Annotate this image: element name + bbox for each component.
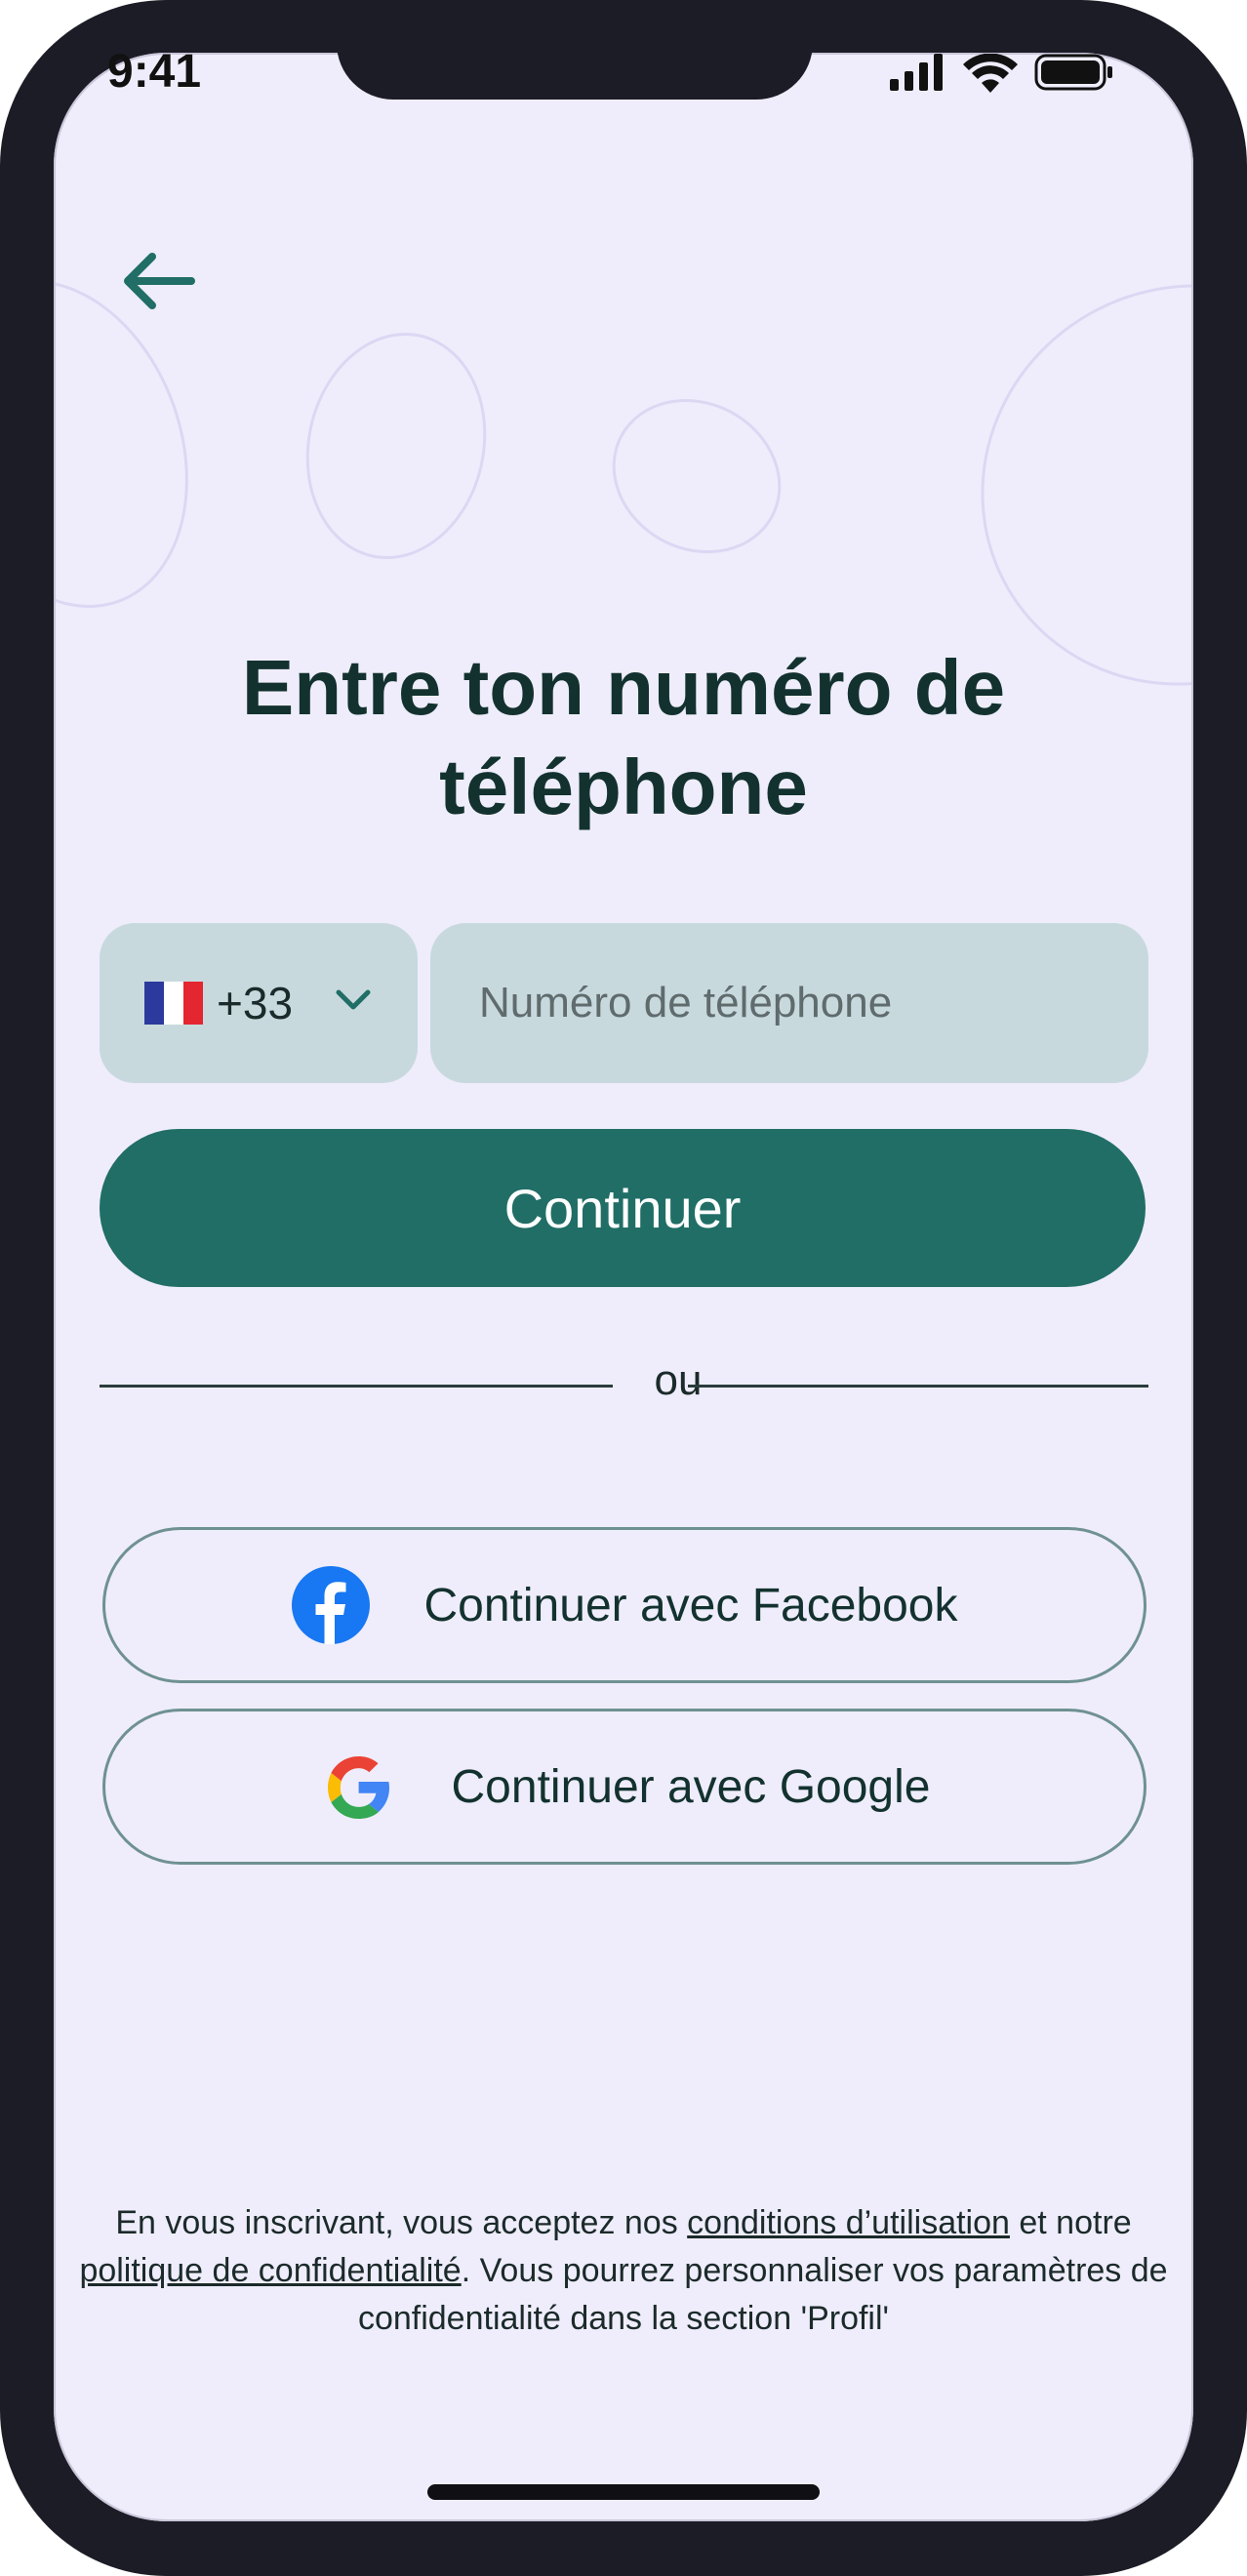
page-title: Entre ton numéro de téléphone [241, 644, 1006, 830]
country-code-value: +33 [217, 978, 294, 1028]
facebook-login-button[interactable]: Continuer avec Facebook [102, 1527, 1146, 1683]
divider-line-right [688, 1385, 1148, 1388]
decorative-circle [584, 370, 809, 583]
status-icons [834, 54, 1112, 93]
facebook-icon [291, 1566, 370, 1644]
home-indicator [427, 2484, 820, 2500]
terms-link[interactable]: conditions d’utilisation [687, 2204, 1010, 2241]
legal-notice: En vous inscrivant, vous acceptez nos co… [78, 2199, 1169, 2343]
google-icon [327, 1756, 389, 1819]
privacy-policy-link[interactable]: politique de confidentialité [79, 2252, 461, 2289]
france-flag-icon [144, 982, 203, 1025]
arrow-left-icon [124, 253, 195, 309]
legal-text: . Vous pourrez personnaliser vos paramèt… [357, 2252, 1168, 2337]
google-login-button[interactable]: Continuer avec Google [102, 1709, 1146, 1865]
legal-text: et notre [1009, 2204, 1132, 2241]
continue-button[interactable]: Continuer [100, 1129, 1146, 1287]
wifi-icon [963, 54, 1018, 93]
divider-label: ou [654, 1356, 703, 1404]
battery-icon [1034, 54, 1112, 91]
signal-icon [890, 54, 943, 91]
legal-text: En vous inscrivant, vous acceptez nos [115, 2204, 688, 2241]
chevron-down-icon [336, 989, 371, 1010]
google-login-label: Continuer avec Google [451, 1760, 931, 1813]
country-code-select[interactable]: +33 [100, 923, 418, 1083]
phone-number-input[interactable] [430, 923, 1148, 1083]
device-notch [337, 0, 813, 100]
facebook-login-label: Continuer avec Facebook [423, 1579, 958, 1631]
back-button[interactable] [104, 232, 212, 330]
decorative-circle [285, 315, 507, 577]
app-screen: Entre ton numéro de téléphone +33 Contin… [54, 53, 1193, 2521]
divider-line-left [100, 1385, 613, 1388]
status-time: 9:41 [107, 46, 202, 98]
